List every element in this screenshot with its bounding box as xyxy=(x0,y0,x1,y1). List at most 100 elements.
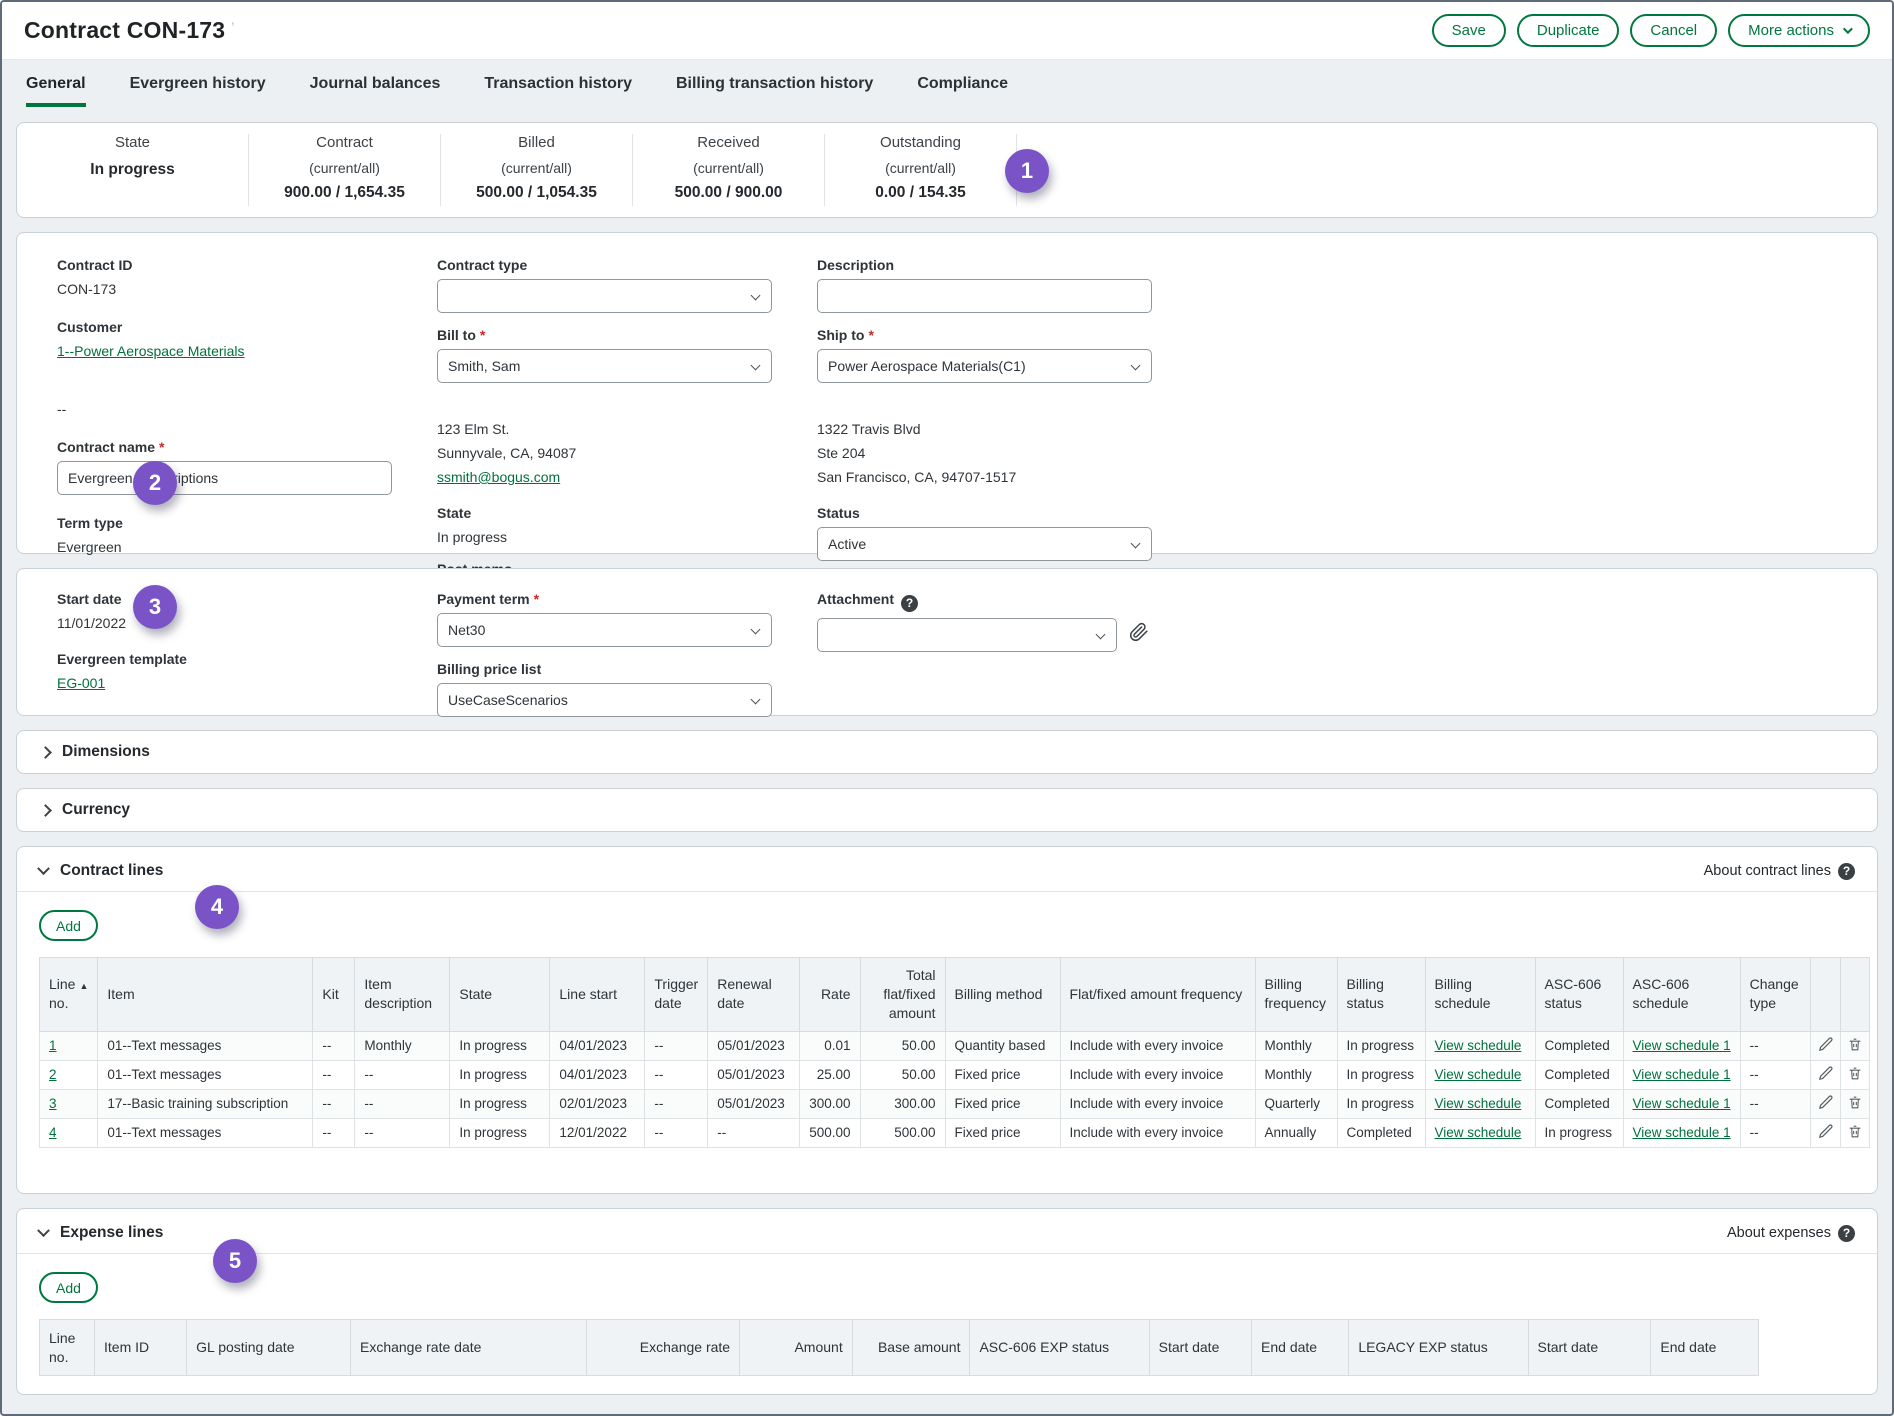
billing-price-list-value: UseCaseScenarios xyxy=(448,692,568,708)
col-header-billing-method[interactable]: Billing method xyxy=(945,958,1060,1032)
about-contract-lines-link[interactable]: About contract lines ? xyxy=(1704,863,1855,880)
col-header-asc-606-status[interactable]: ASC-606 status xyxy=(1535,958,1623,1032)
line-number-link[interactable]: 3 xyxy=(49,1096,57,1111)
more-actions-button[interactable]: More actions xyxy=(1728,14,1870,47)
col-header-line-start[interactable]: Line start xyxy=(550,958,645,1032)
col-header-exchange-rate[interactable]: Exchange rate xyxy=(586,1320,740,1376)
col-header-billing-schedule[interactable]: Billing schedule xyxy=(1425,958,1535,1032)
edit-line-icon[interactable] xyxy=(1810,1060,1840,1089)
col-header-base-amount[interactable]: Base amount xyxy=(852,1320,970,1376)
col-header-start-date[interactable]: Start date xyxy=(1149,1320,1251,1376)
col-header-trigger-date[interactable]: Trigger date xyxy=(645,958,708,1032)
tab-transaction-history[interactable]: Transaction history xyxy=(484,60,632,107)
col-header-asc-606-schedule[interactable]: ASC-606 schedule xyxy=(1623,958,1740,1032)
delete-line-icon[interactable] xyxy=(1840,1031,1869,1060)
ship-to-select[interactable]: Power Aerospace Materials(C1) xyxy=(817,349,1152,383)
col-header-change-type[interactable]: Change type xyxy=(1740,958,1810,1032)
view-schedule-link[interactable]: View schedule xyxy=(1435,1125,1522,1140)
cell-billing-frequency: Monthly xyxy=(1255,1031,1337,1060)
contract-type-select[interactable] xyxy=(437,279,772,313)
col-header-asc-606-exp-status[interactable]: ASC-606 EXP status xyxy=(970,1320,1149,1376)
col-header-item[interactable]: Item xyxy=(98,958,313,1032)
section-currency[interactable]: Currency xyxy=(16,788,1878,832)
col-header-billing-frequency[interactable]: Billing frequency xyxy=(1255,958,1337,1032)
contract-lines-table-body: 101--Text messages--MonthlyIn progress04… xyxy=(40,1031,1870,1147)
delete-line-icon[interactable] xyxy=(1840,1060,1869,1089)
cell-rate: 0.01 xyxy=(800,1031,860,1060)
col-header-gl-posting-date[interactable]: GL posting date xyxy=(187,1320,351,1376)
tab-journal-balances[interactable]: Journal balances xyxy=(310,60,441,107)
view-schedule-link[interactable]: View schedule xyxy=(1435,1067,1522,1082)
edit-line-icon[interactable] xyxy=(1810,1118,1840,1147)
duplicate-button[interactable]: Duplicate xyxy=(1517,14,1620,47)
col-header-end-date[interactable]: End date xyxy=(1252,1320,1349,1376)
view-schedule-link[interactable]: View schedule 1 xyxy=(1633,1067,1731,1082)
help-icon[interactable]: ? xyxy=(901,595,918,612)
col-header-end-date[interactable]: End date xyxy=(1651,1320,1759,1376)
col-header-rate[interactable]: Rate xyxy=(800,958,860,1032)
status-select[interactable]: Active xyxy=(817,527,1152,561)
line-number-link[interactable]: 1 xyxy=(49,1038,57,1053)
description-input[interactable] xyxy=(817,279,1152,313)
col-header-total-flat-fixed-amount[interactable]: Total flat/fixed amount xyxy=(860,958,945,1032)
save-button[interactable]: Save xyxy=(1432,14,1506,47)
cell-line-no: 3 xyxy=(40,1089,98,1118)
chevron-down-icon[interactable] xyxy=(37,1224,50,1237)
col-header-item-id[interactable]: Item ID xyxy=(95,1320,187,1376)
cancel-button[interactable]: Cancel xyxy=(1630,14,1717,47)
terms-column-left: Start date 11/01/2022 Evergreen template… xyxy=(57,591,392,693)
col-header-line-no[interactable]: Line▲no. xyxy=(40,958,98,1032)
col-header-flat-fixed-amount-frequency[interactable]: Flat/fixed amount frequency xyxy=(1060,958,1255,1032)
col-header-billing-status[interactable]: Billing status xyxy=(1337,958,1425,1032)
cell-billing-schedule: View schedule xyxy=(1425,1089,1535,1118)
delete-line-icon[interactable] xyxy=(1840,1118,1869,1147)
payment-term-select[interactable]: Net30 xyxy=(437,613,772,647)
tab-compliance[interactable]: Compliance xyxy=(917,60,1008,107)
billing-price-list-select[interactable]: UseCaseScenarios xyxy=(437,683,772,717)
customer-link[interactable]: 1--Power Aerospace Materials xyxy=(57,343,245,359)
view-schedule-link[interactable]: View schedule xyxy=(1435,1096,1522,1111)
cell-billing-method: Fixed price xyxy=(945,1060,1060,1089)
cell-flat-fixed-amount-frequency: Include with every invoice xyxy=(1060,1031,1255,1060)
paperclip-icon[interactable] xyxy=(1129,622,1149,647)
title-mark: ’ xyxy=(231,19,234,35)
add-contract-line-button[interactable]: Add xyxy=(39,910,98,941)
view-schedule-link[interactable]: View schedule 1 xyxy=(1633,1125,1731,1140)
col-header-renewal-date[interactable]: Renewal date xyxy=(708,958,800,1032)
col-header-exchange-rate-date[interactable]: Exchange rate date xyxy=(350,1320,586,1376)
view-schedule-link[interactable]: View schedule 1 xyxy=(1633,1096,1731,1111)
tab-general[interactable]: General xyxy=(26,60,86,107)
cell-billing-status: Completed xyxy=(1337,1118,1425,1147)
line-number-link[interactable]: 2 xyxy=(49,1067,57,1082)
section-dimensions[interactable]: Dimensions xyxy=(16,730,1878,774)
terms-column-right: Attachment? xyxy=(817,591,1152,652)
line-number-link[interactable]: 4 xyxy=(49,1125,57,1140)
contract-name-input[interactable] xyxy=(57,461,392,495)
contract-name-label-text: Contract name xyxy=(57,439,155,455)
bill-to-select[interactable]: Smith, Sam xyxy=(437,349,772,383)
evergreen-template-link[interactable]: EG-001 xyxy=(57,675,105,691)
attachment-select[interactable] xyxy=(817,618,1117,652)
about-expenses-link[interactable]: About expenses ? xyxy=(1727,1225,1855,1242)
view-schedule-link[interactable]: View schedule 1 xyxy=(1633,1038,1731,1053)
delete-line-icon[interactable] xyxy=(1840,1089,1869,1118)
view-schedule-link[interactable]: View schedule xyxy=(1435,1038,1522,1053)
bill-to-email-link[interactable]: ssmith@bogus.com xyxy=(437,465,560,489)
contract-line-row: 401--Text messages----In progress12/01/2… xyxy=(40,1118,1870,1147)
col-header-kit[interactable]: Kit xyxy=(313,958,355,1032)
col-header-item-description[interactable]: Item description xyxy=(355,958,450,1032)
col-header-line-no[interactable]: Line no. xyxy=(40,1320,95,1376)
edit-line-icon[interactable] xyxy=(1810,1031,1840,1060)
col-header-state[interactable]: State xyxy=(450,958,550,1032)
tab-evergreen-history[interactable]: Evergreen history xyxy=(130,60,266,107)
contract-page: Contract CON-173 ’ Save Duplicate Cancel… xyxy=(0,0,1894,1416)
add-expense-line-button[interactable]: Add xyxy=(39,1272,98,1303)
chevron-down-icon[interactable] xyxy=(37,862,50,875)
cell-trigger-date: -- xyxy=(645,1089,708,1118)
col-header-start-date[interactable]: Start date xyxy=(1528,1320,1651,1376)
edit-line-icon[interactable] xyxy=(1810,1089,1840,1118)
cell-item: 01--Text messages xyxy=(98,1118,313,1147)
tab-billing-transaction-history[interactable]: Billing transaction history xyxy=(676,60,873,107)
col-header-amount[interactable]: Amount xyxy=(740,1320,853,1376)
col-header-legacy-exp-status[interactable]: LEGACY EXP status xyxy=(1349,1320,1528,1376)
